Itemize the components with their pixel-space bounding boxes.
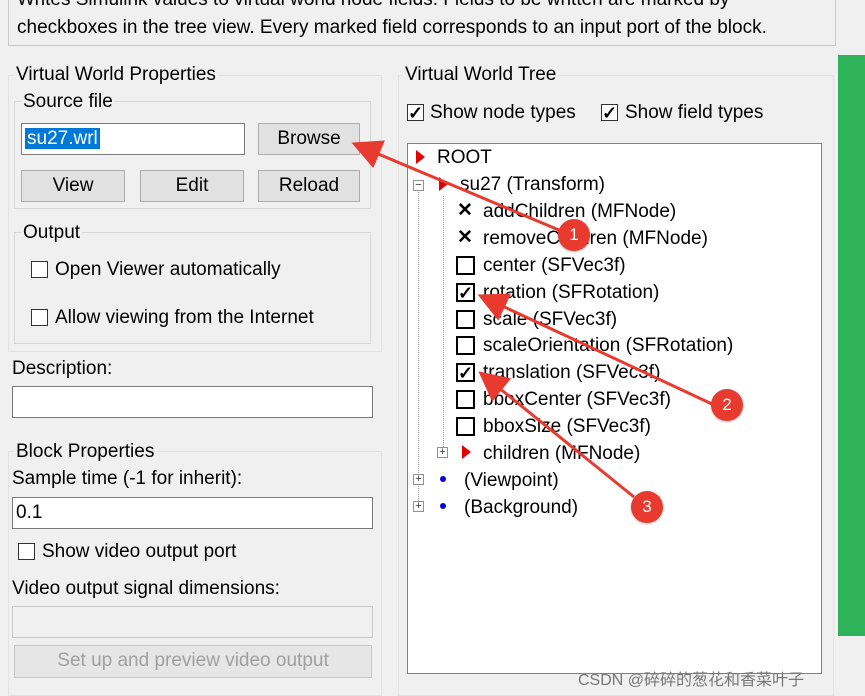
- annotation-badge-2: 2: [711, 389, 743, 421]
- annotation-arrow-3: [478, 371, 635, 499]
- watermark-text: CSDN @碎碎的葱花和香菜叶子: [578, 672, 805, 689]
- annotation-arrow-1: [351, 140, 567, 235]
- annotation-arrows: [351, 140, 713, 499]
- annotation-badge-3: 3: [631, 491, 663, 523]
- annotation-arrow-2: [477, 293, 713, 406]
- annotation-badge-1: 1: [558, 219, 590, 251]
